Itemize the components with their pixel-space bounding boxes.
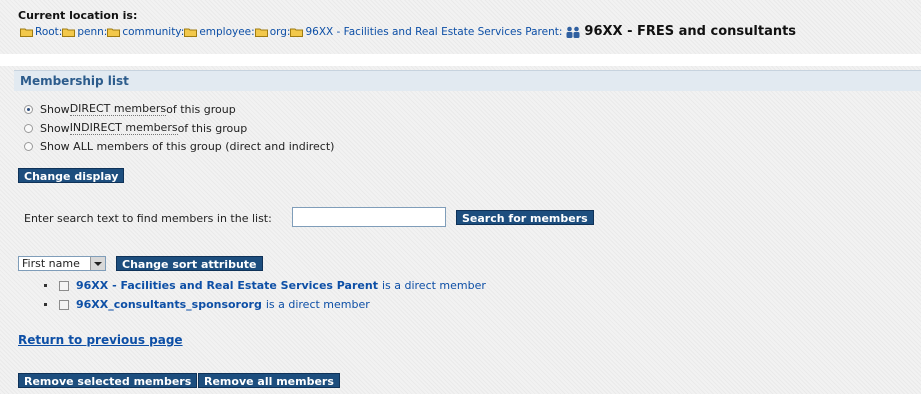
list-item: 96XX - Facilities and Real Estate Servic… — [44, 279, 486, 292]
breadcrumb-label: community: — [122, 25, 185, 38]
radio-term: INDIRECT members — [69, 121, 178, 135]
sort-attribute-select[interactable]: First name — [18, 256, 106, 271]
section-title: Membership list — [20, 74, 129, 88]
change-sort-button[interactable]: Change sort attribute — [116, 256, 263, 271]
breadcrumb-item-employee[interactable]: employee: — [184, 25, 255, 38]
folder-icon — [62, 28, 76, 37]
radio-indirect-members[interactable]: Show INDIRECT members of this group — [24, 121, 247, 135]
radio-button[interactable] — [24, 123, 33, 133]
radio-button[interactable] — [24, 104, 33, 114]
breadcrumb-label: employee: — [199, 25, 255, 38]
breadcrumb: Root: penn: community: employee: org: 96… — [20, 24, 796, 39]
location-panel: Current location is: Root: penn: communi… — [14, 6, 914, 40]
radio-term: DIRECT members — [69, 102, 167, 116]
breadcrumb-item-root[interactable]: Root: — [20, 26, 62, 38]
breadcrumb-label: penn: — [77, 25, 108, 38]
remove-all-button[interactable]: Remove all members — [198, 373, 340, 388]
search-members-button[interactable]: Search for members — [456, 210, 594, 225]
list-item: 96XX_consultants_sponsororg is a direct … — [44, 298, 370, 311]
breadcrumb-item-org[interactable]: org: — [254, 25, 291, 38]
radio-suffix: of this group — [166, 102, 236, 116]
search-label: Enter search text to find members in the… — [24, 212, 272, 225]
return-link[interactable]: Return to previous page — [18, 333, 183, 347]
member-link[interactable]: 96XX - Facilities and Real Estate Servic… — [76, 279, 378, 292]
folder-icon — [20, 28, 33, 37]
membership-header: Membership list — [14, 70, 921, 91]
radio-prefix: Show — [40, 102, 70, 116]
remove-selected-button[interactable]: Remove selected members — [18, 373, 198, 388]
radio-button[interactable] — [24, 142, 33, 151]
location-label: Current location is: — [18, 9, 138, 22]
current-group-name: 96XX - FRES and consultants — [584, 24, 797, 39]
radio-prefix: Show — [40, 121, 70, 135]
member-status: is a direct member — [381, 279, 486, 292]
breadcrumb-item-penn[interactable]: penn: — [62, 26, 107, 38]
member-checkbox[interactable] — [59, 299, 69, 310]
radio-suffix: of this group — [177, 121, 248, 135]
sort-selected-value: First name — [22, 257, 80, 270]
radio-direct-members[interactable]: Show DIRECT members of this group — [24, 102, 236, 116]
breadcrumb-label: org: — [269, 25, 291, 38]
folder-icon — [107, 28, 121, 37]
folder-icon — [290, 28, 304, 37]
bullet — [44, 284, 47, 287]
folder-icon — [254, 28, 268, 37]
section-divider — [0, 54, 921, 66]
member-link[interactable]: 96XX_consultants_sponsororg — [76, 298, 262, 311]
change-display-button[interactable]: Change display — [18, 168, 125, 183]
page: Current location is: Root: penn: communi… — [0, 0, 921, 394]
breadcrumb-item-fres-parent[interactable]: 96XX - Facilities and Real Estate Servic… — [290, 26, 562, 38]
breadcrumb-label: Root: — [35, 25, 63, 38]
breadcrumb-label: 96XX - Facilities and Real Estate Servic… — [305, 25, 563, 38]
member-status: is a direct member — [265, 298, 370, 311]
chevron-down-icon[interactable] — [90, 257, 105, 270]
search-input[interactable] — [292, 207, 446, 227]
group-icon — [566, 26, 580, 38]
breadcrumb-item-community[interactable]: community: — [107, 26, 184, 38]
radio-all-members[interactable]: Show ALL members of this group (direct a… — [24, 140, 334, 153]
bullet — [44, 303, 47, 306]
radio-prefix: Show ALL members of this group (direct a… — [40, 140, 335, 153]
folder-icon — [184, 28, 198, 37]
member-checkbox[interactable] — [59, 280, 69, 291]
current-group: 96XX - FRES and consultants — [565, 24, 796, 39]
